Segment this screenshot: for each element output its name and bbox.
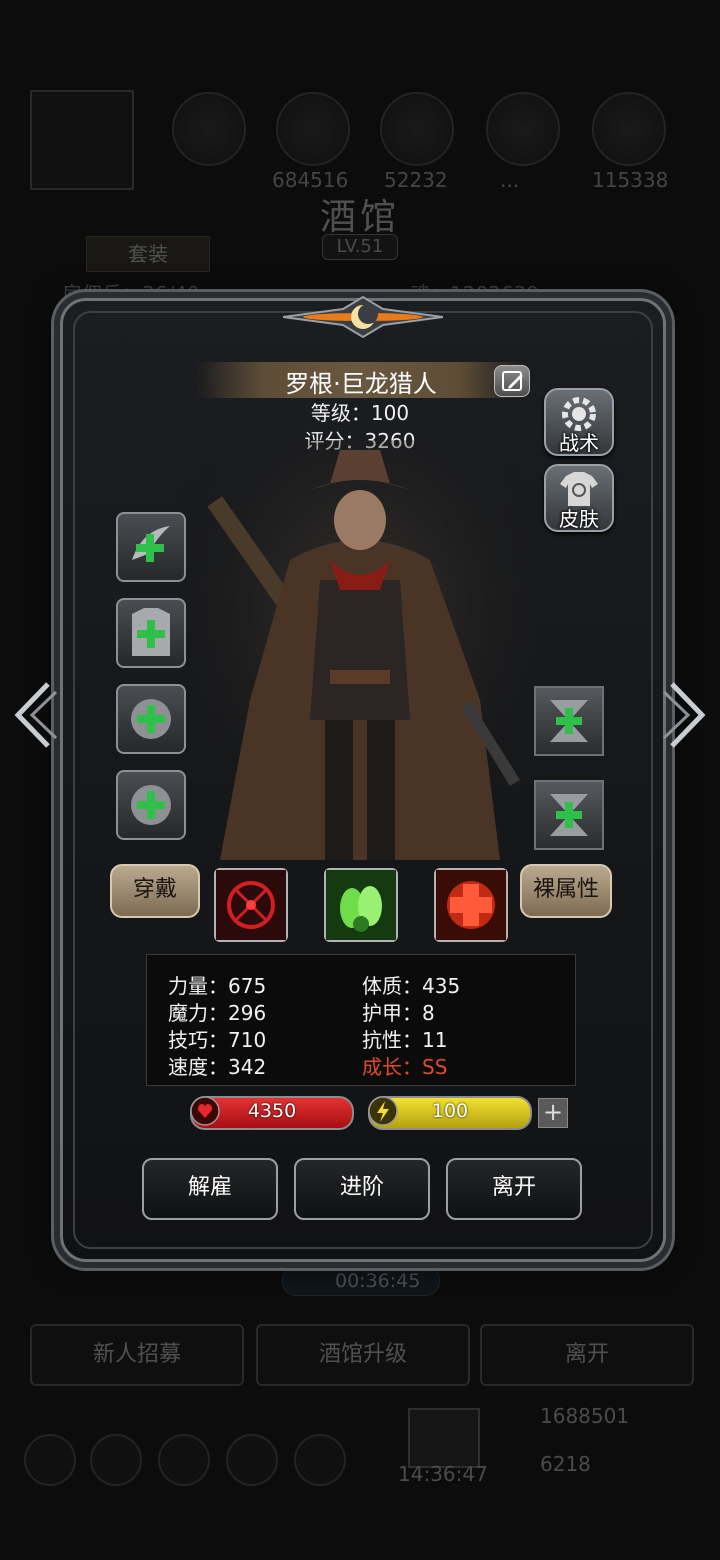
skill-slot-2[interactable] (324, 868, 398, 942)
stat-strength: 力量：675 (168, 974, 267, 998)
crescent-emblem-icon (283, 295, 443, 339)
equip-slot-accessory-2[interactable] (116, 770, 186, 840)
menu-icon (226, 1434, 278, 1486)
stat-speed: 速度：342 (168, 1055, 267, 1079)
pencil-icon (502, 371, 523, 391)
tactics-label: 战术 (559, 431, 599, 455)
stat-growth: 成长：SS (362, 1055, 448, 1079)
skin-label: 皮肤 (559, 507, 599, 531)
skill-slot-3[interactable] (434, 868, 508, 942)
tactics-button[interactable]: 战术 (544, 388, 614, 456)
resource-icon (486, 92, 560, 166)
add-energy-button[interactable]: + (538, 1098, 568, 1128)
gem-amount: 6218 (540, 1452, 591, 1476)
add-armor-icon (132, 608, 170, 656)
portrait-frame (30, 90, 134, 190)
tavern-timer: 00:36:45 (282, 1266, 440, 1296)
menu-icon (158, 1434, 210, 1486)
next-hero-arrow-icon[interactable] (662, 680, 712, 750)
stat-constitution: 体质：435 (362, 974, 461, 998)
tavern-title: 酒馆 (319, 197, 400, 238)
timer-text: 00:36:45 (335, 1270, 421, 1292)
add-accessory-icon (131, 785, 171, 825)
stat-magic: 魔力：296 (168, 1001, 267, 1025)
stat-resist: 抗性：11 (362, 1028, 448, 1052)
energy-bar: 100 (368, 1096, 532, 1130)
skill-slot-1[interactable] (214, 868, 288, 942)
hp-value: 4350 (247, 1100, 297, 1122)
add-weapon-icon (132, 526, 170, 562)
stat-armor: 护甲：8 (362, 1001, 435, 1025)
menu-icon (294, 1434, 346, 1486)
menu-icon (90, 1434, 142, 1486)
bg-leave-button: 离开 (480, 1324, 694, 1386)
skin-button[interactable]: 皮肤 (544, 464, 614, 532)
set-button: 套装 (86, 236, 210, 272)
energy-value: 100 (431, 1100, 469, 1122)
equip-slot-weapon[interactable] (116, 512, 186, 582)
upgrade-tavern-button: 酒馆升级 (256, 1324, 470, 1386)
equip-slot-accessory-1[interactable] (116, 684, 186, 754)
menu-icon (24, 1434, 76, 1486)
tavern-level: LV.51 (322, 234, 398, 260)
wear-button[interactable]: 穿戴 (110, 864, 200, 918)
rune-slot-2[interactable] (534, 780, 604, 850)
stat-skill: 技巧：710 (168, 1028, 267, 1052)
poison-skill-icon (326, 870, 396, 940)
chest-icon (408, 1408, 480, 1468)
resource-icon (276, 92, 350, 166)
hero-name: 罗根·巨龙猎人 (285, 370, 437, 398)
naked-attributes-button[interactable]: 裸属性 (520, 864, 612, 918)
rename-button[interactable] (494, 365, 530, 397)
hero-portrait (180, 440, 540, 880)
leave-button[interactable]: 离开 (446, 1158, 582, 1220)
heal-skill-icon (436, 870, 506, 940)
dismiss-button[interactable]: 解雇 (142, 1158, 278, 1220)
previous-hero-arrow-icon[interactable] (8, 680, 58, 750)
resource-icon (380, 92, 454, 166)
advance-button[interactable]: 进阶 (294, 1158, 430, 1220)
hp-bar: 4350 (190, 1096, 354, 1130)
recruit-button: 新人招募 (30, 1324, 244, 1386)
resource-icon (172, 92, 246, 166)
gold-amount: 1688501 (540, 1404, 630, 1428)
add-rune-icon (550, 700, 588, 742)
resource-icon (592, 92, 666, 166)
rune-slot-1[interactable] (534, 686, 604, 756)
add-accessory-icon (131, 699, 171, 739)
clock-text: 14:36:47 (398, 1462, 488, 1486)
add-rune-icon (550, 794, 588, 836)
equip-slot-armor[interactable] (116, 598, 186, 668)
target-skill-icon (216, 870, 286, 940)
